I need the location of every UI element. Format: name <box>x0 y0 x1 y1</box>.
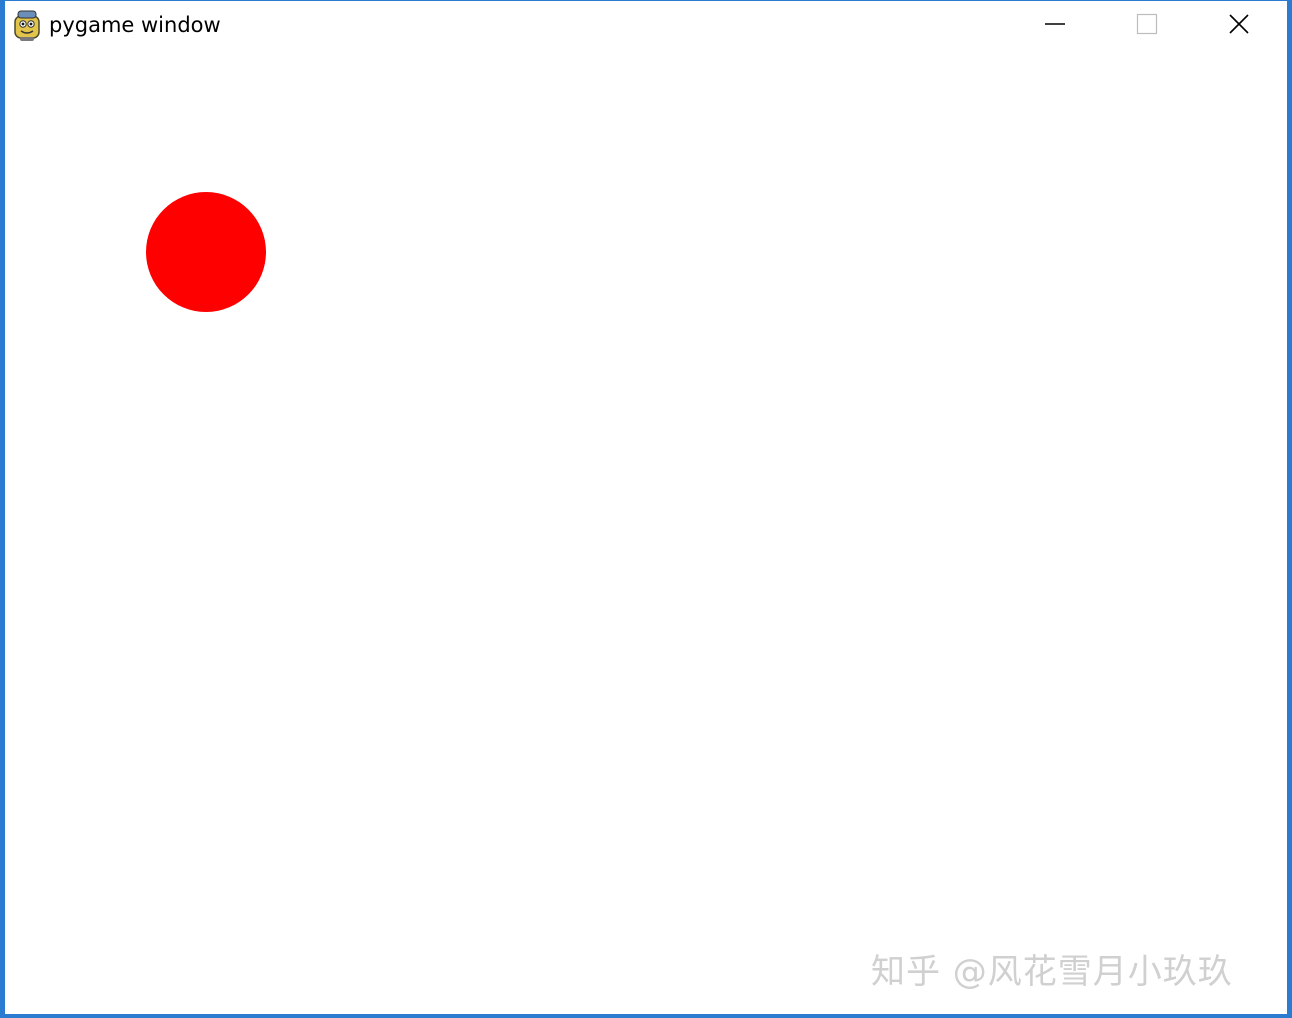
red-ball <box>146 192 266 312</box>
pygame-snake-icon <box>12 10 42 42</box>
watermark: 知乎 @风花雪月小玖玖 <box>871 952 1233 992</box>
close-button[interactable] <box>1193 1 1285 51</box>
close-icon <box>1228 13 1250 39</box>
window-title: pygame window <box>49 13 221 37</box>
minimize-button[interactable] <box>1009 1 1101 51</box>
maximize-button[interactable] <box>1101 1 1193 51</box>
maximize-icon <box>1136 13 1158 39</box>
title-bar[interactable]: pygame window <box>5 1 1287 51</box>
minimize-icon <box>1044 13 1066 39</box>
game-canvas[interactable]: 知乎 @风花雪月小玖玖 <box>5 51 1287 1014</box>
pygame-window: pygame window 知乎 @风花雪月小玖玖 <box>0 0 1292 1018</box>
